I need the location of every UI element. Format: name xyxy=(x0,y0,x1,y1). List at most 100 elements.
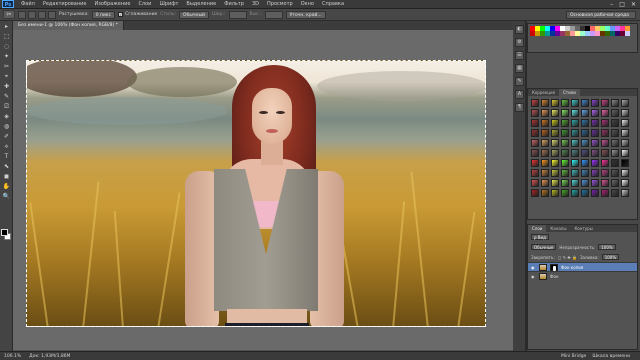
style-preset[interactable] xyxy=(611,139,619,147)
style-preset[interactable] xyxy=(611,159,619,167)
style-preset[interactable] xyxy=(541,129,549,137)
style-preset[interactable] xyxy=(531,139,539,147)
style-preset[interactable] xyxy=(541,179,549,187)
style-preset[interactable] xyxy=(621,179,629,187)
style-preset[interactable] xyxy=(621,99,629,107)
layer-row-bg-copy[interactable]: ◉ Фон копия xyxy=(528,262,637,271)
layer-row-bg[interactable]: ◉ Фон xyxy=(528,271,637,280)
style-preset[interactable] xyxy=(611,99,619,107)
style-preset[interactable] xyxy=(591,189,599,197)
style-preset[interactable] xyxy=(581,159,589,167)
style-preset[interactable] xyxy=(541,139,549,147)
style-preset[interactable] xyxy=(621,129,629,137)
style-preset[interactable] xyxy=(581,119,589,127)
style-preset[interactable] xyxy=(561,119,569,127)
style-preset[interactable] xyxy=(571,99,579,107)
style-preset[interactable] xyxy=(551,119,559,127)
style-preset[interactable] xyxy=(551,149,559,157)
style-preset[interactable] xyxy=(601,99,609,107)
tab-styles[interactable]: Стили xyxy=(558,89,580,96)
width-input[interactable] xyxy=(228,10,247,19)
style-preset[interactable] xyxy=(601,189,609,197)
smooth-checkbox[interactable]: Сглаживание xyxy=(118,12,157,17)
style-preset[interactable] xyxy=(571,189,579,197)
stamp-tool-icon[interactable]: ⎚ xyxy=(1,102,12,111)
style-preset[interactable] xyxy=(551,159,559,167)
style-preset[interactable] xyxy=(531,179,539,187)
style-preset[interactable] xyxy=(571,159,579,167)
minimize-icon[interactable]: – xyxy=(610,1,613,8)
style-preset[interactable] xyxy=(601,149,609,157)
style-preset[interactable] xyxy=(621,169,629,177)
visibility-eye-icon[interactable]: ◉ xyxy=(531,274,536,279)
document-tab[interactable]: Без имени-1 @ 106% (Фон копия, RGB/8) * xyxy=(13,21,124,30)
style-preset[interactable] xyxy=(551,99,559,107)
style-preset[interactable] xyxy=(531,169,539,177)
style-preset[interactable] xyxy=(621,149,629,157)
eraser-tool-icon[interactable]: ◍ xyxy=(1,122,12,131)
history-icon[interactable]: ◐ xyxy=(515,25,524,34)
properties-icon[interactable]: ☰ xyxy=(515,51,524,60)
intersect-selection-icon[interactable] xyxy=(48,10,56,19)
style-preset[interactable] xyxy=(611,119,619,127)
style-preset[interactable] xyxy=(531,129,539,137)
style-preset[interactable] xyxy=(561,149,569,157)
gradient-tool-icon[interactable]: ✐ xyxy=(1,132,12,141)
menu-view[interactable]: Просмотр xyxy=(263,1,297,7)
style-preset[interactable] xyxy=(601,179,609,187)
style-preset[interactable] xyxy=(531,99,539,107)
style-preset[interactable] xyxy=(621,139,629,147)
lock-icons[interactable]: ▢ ✎ ✚ 🔒 xyxy=(558,255,577,260)
menu-help[interactable]: Справка xyxy=(318,1,348,7)
style-preset[interactable] xyxy=(591,99,599,107)
path-select-tool-icon[interactable]: ⬉ xyxy=(1,162,12,171)
style-preset[interactable] xyxy=(561,169,569,177)
eyedropper-tool-icon[interactable]: ⌖ xyxy=(1,72,12,81)
style-preset[interactable] xyxy=(561,99,569,107)
style-preset[interactable] xyxy=(601,129,609,137)
maximize-icon[interactable]: □ xyxy=(619,1,625,8)
kind-filter-select[interactable]: ρ Вид xyxy=(531,234,549,240)
style-preset[interactable] xyxy=(591,179,599,187)
swatches-icon[interactable]: ▦ xyxy=(515,64,524,73)
current-tool-icon[interactable]: ✂ xyxy=(3,10,15,19)
workspace-select[interactable]: Основная рабочая среда xyxy=(566,11,636,19)
shape-tool-icon[interactable]: ◼ xyxy=(1,172,12,181)
style-preset[interactable] xyxy=(551,129,559,137)
style-preset[interactable] xyxy=(621,109,629,117)
document-image[interactable] xyxy=(26,60,486,327)
style-preset[interactable] xyxy=(541,149,549,157)
crop-tool-icon[interactable]: ✂ xyxy=(1,62,12,71)
style-preset[interactable] xyxy=(571,119,579,127)
hand-tool-icon[interactable]: ✋ xyxy=(1,182,12,191)
style-preset[interactable] xyxy=(601,139,609,147)
style-preset[interactable] xyxy=(531,109,539,117)
menu-3d[interactable]: 3D xyxy=(248,1,263,7)
opacity-input[interactable]: 100% xyxy=(598,244,616,250)
style-preset[interactable] xyxy=(541,159,549,167)
brush-preset-icon[interactable]: ✎ xyxy=(515,77,524,86)
style-preset[interactable] xyxy=(581,129,589,137)
style-preset[interactable] xyxy=(571,129,579,137)
move-tool-icon[interactable]: ▸ xyxy=(1,22,12,31)
paragraph-icon[interactable]: ¶ xyxy=(515,103,524,112)
style-preset[interactable] xyxy=(571,149,579,157)
fill-input[interactable]: 100% xyxy=(601,254,620,260)
style-preset[interactable] xyxy=(551,109,559,117)
style-preset[interactable] xyxy=(591,159,599,167)
zoom-level[interactable]: 106.1% xyxy=(4,354,21,359)
brush-tool-icon[interactable]: ✎ xyxy=(1,92,12,101)
style-preset[interactable] xyxy=(571,139,579,147)
style-preset[interactable] xyxy=(571,169,579,177)
style-preset[interactable] xyxy=(541,189,549,197)
tab-layers[interactable]: Слои xyxy=(528,225,547,232)
actions-icon[interactable]: ⚙ xyxy=(515,38,524,47)
style-preset[interactable] xyxy=(611,129,619,137)
layer-mask-thumbnail[interactable] xyxy=(550,263,558,271)
menu-layers[interactable]: Слои xyxy=(134,1,155,7)
style-preset[interactable] xyxy=(531,119,539,127)
marquee-tool-icon[interactable]: ⬚ xyxy=(1,32,12,41)
style-preset[interactable] xyxy=(561,179,569,187)
smooth-check-icon[interactable] xyxy=(118,12,124,17)
style-preset[interactable] xyxy=(611,169,619,177)
